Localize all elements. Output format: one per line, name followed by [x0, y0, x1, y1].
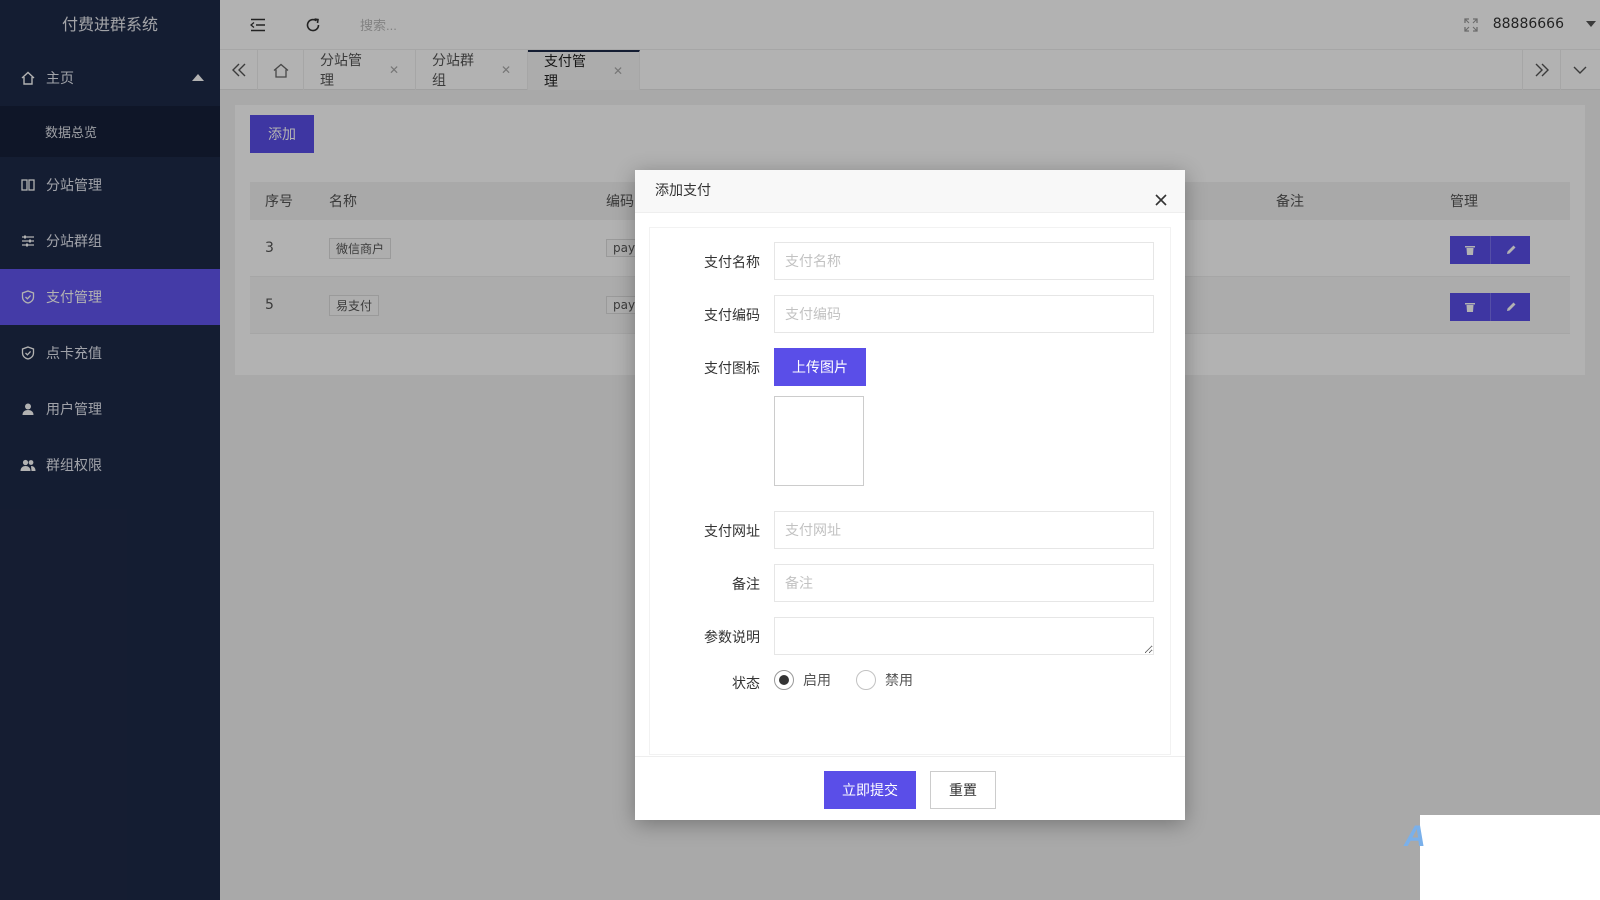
add-payment-modal: 添加支付 支付名称 支付编码 支付图标 上传图片 支付网址 备注 参数说明 — [635, 170, 1185, 820]
modal-footer: 立即提交 重置 — [635, 756, 1185, 820]
radio-label: 禁用 — [885, 673, 913, 689]
status-enabled-radio[interactable]: 启用 — [774, 670, 831, 690]
field-label: 支付名称 — [704, 255, 760, 271]
icon-preview — [774, 396, 864, 486]
form-row-remark: 备注 — [650, 564, 1170, 602]
remark-input[interactable] — [774, 564, 1154, 602]
modal-title: 添加支付 — [655, 183, 711, 199]
field-label: 支付图标 — [704, 361, 760, 377]
payment-code-input[interactable] — [774, 295, 1154, 333]
radio-unchecked-icon — [856, 670, 876, 690]
payment-name-input[interactable] — [774, 242, 1154, 280]
reset-button[interactable]: 重置 — [930, 771, 996, 809]
params-textarea[interactable] — [774, 617, 1154, 655]
form-row-name: 支付名称 — [650, 242, 1170, 280]
radio-label: 启用 — [803, 673, 831, 689]
submit-button[interactable]: 立即提交 — [824, 771, 916, 809]
form-row-status: 状态 启用 禁用 — [650, 670, 1170, 694]
form-row-icon: 支付图标 上传图片 — [650, 348, 1170, 488]
field-label: 支付网址 — [704, 524, 760, 540]
form-row-code: 支付编码 — [650, 295, 1170, 333]
close-icon[interactable] — [1153, 183, 1169, 206]
field-label: 参数说明 — [704, 630, 760, 646]
form-row-url: 支付网址 — [650, 511, 1170, 549]
field-label: 支付编码 — [704, 308, 760, 324]
modal-header: 添加支付 — [635, 170, 1185, 213]
upload-image-button[interactable]: 上传图片 — [774, 348, 866, 386]
field-label: 备注 — [732, 577, 760, 593]
payment-url-input[interactable] — [774, 511, 1154, 549]
form-row-params: 参数说明 — [650, 617, 1170, 655]
modal-form: 支付名称 支付编码 支付图标 上传图片 支付网址 备注 参数说明 状态 — [649, 227, 1171, 755]
corner-widget — [1420, 815, 1600, 900]
corner-logo-mark: A — [1404, 820, 1426, 853]
status-disabled-radio[interactable]: 禁用 — [856, 670, 913, 690]
radio-checked-icon — [774, 670, 794, 690]
field-label: 状态 — [732, 676, 760, 692]
